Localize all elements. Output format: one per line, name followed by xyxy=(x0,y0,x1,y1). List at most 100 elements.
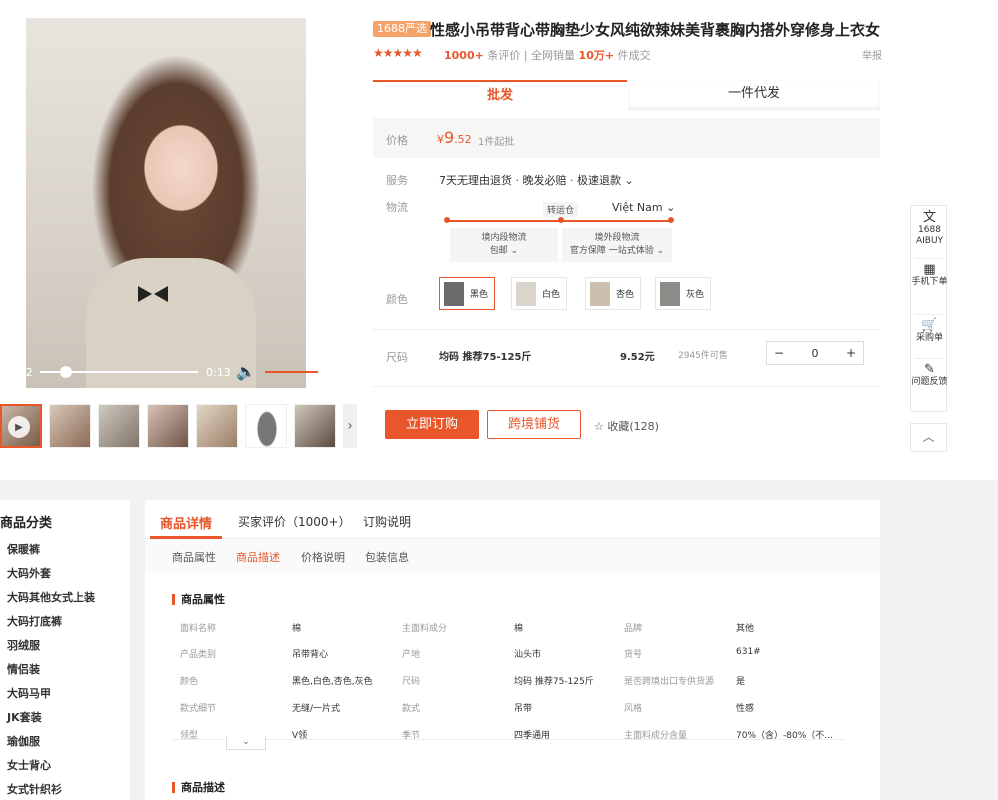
attr-value: 吊带 xyxy=(514,704,533,714)
service-label: 服务 xyxy=(386,174,408,187)
color-option-gray[interactable]: 灰色 xyxy=(655,277,712,310)
tab-dropship[interactable]: 一件代发 xyxy=(628,80,880,110)
attr-key: 面料名称 xyxy=(180,624,217,634)
category-item[interactable]: 大码其他女式上装 xyxy=(7,589,95,605)
attr-value: 性感 xyxy=(736,704,755,714)
attr-key: 货号 xyxy=(624,650,643,660)
category-item[interactable]: JK套装 xyxy=(7,709,42,725)
category-item[interactable]: 情侣装 xyxy=(7,661,40,677)
attr-value: 无缝/一片式 xyxy=(292,704,341,714)
size-name: 均码 推荐75-125斤 xyxy=(439,352,532,363)
color-option-black[interactable]: 黑色 xyxy=(439,277,496,310)
divider xyxy=(373,386,880,387)
fullscreen-icon[interactable]: ⤢ xyxy=(332,362,343,378)
favorite-button[interactable]: ☆ 收藏(128) xyxy=(594,418,659,434)
cross-border-button[interactable]: 跨境铺货 xyxy=(487,410,581,439)
size-price: 9.52元 xyxy=(620,352,655,363)
attr-key: 是否跨境出口专供货源 xyxy=(624,677,715,687)
subtab-price-notes[interactable]: 价格说明 xyxy=(301,549,345,565)
subtab-packaging[interactable]: 包装信息 xyxy=(365,549,409,565)
buy-now-button[interactable]: 立即订购 xyxy=(385,410,479,439)
attr-key: 尺码 xyxy=(402,677,421,687)
aibuy-button[interactable]: 文 1688 AIBUY xyxy=(911,211,948,247)
color-swatch xyxy=(444,281,464,306)
decrement-button[interactable]: − xyxy=(767,346,791,360)
thumbnail-video[interactable]: ▶ xyxy=(0,404,42,448)
back-to-top-button[interactable]: ︿ xyxy=(910,423,947,452)
video-total-time: 0:13 xyxy=(206,366,231,379)
attr-value: 是 xyxy=(736,677,746,687)
star-rating-icon: ★★★★★ xyxy=(373,46,423,60)
chevron-right-icon[interactable]: › xyxy=(343,404,357,448)
cart-icon: 🛒 xyxy=(921,318,938,333)
thumbnail[interactable] xyxy=(98,404,140,448)
color-swatch xyxy=(516,281,536,306)
category-item[interactable]: 大码打底裤 xyxy=(7,613,62,629)
chevron-down-icon: ⌄ xyxy=(242,737,250,747)
category-item[interactable]: 保暖裤 xyxy=(7,541,40,557)
volume-knob[interactable] xyxy=(318,366,330,378)
volume-track[interactable] xyxy=(265,371,325,373)
domestic-logistics[interactable]: 境内段物流 包邮 ⌄ xyxy=(450,228,558,262)
expand-attributes-button[interactable]: ⌄ xyxy=(226,736,266,750)
product-video[interactable] xyxy=(26,18,306,388)
report-link[interactable]: 举报 xyxy=(862,47,882,62)
thumbnail[interactable] xyxy=(49,404,91,448)
chevron-up-icon: ︿ xyxy=(922,430,935,444)
route-dot xyxy=(668,217,674,223)
attr-value: 棉 xyxy=(514,624,524,634)
attr-key: 颜色 xyxy=(180,677,199,687)
category-item[interactable]: 大码外套 xyxy=(7,565,51,581)
logistics-label: 物流 xyxy=(386,201,408,214)
rating-summary: 1000+ 条评价 | 全网销量 10万+ 件成交 xyxy=(444,49,651,62)
attr-key: 产品类别 xyxy=(180,650,217,660)
tab-wholesale[interactable]: 批发 xyxy=(373,80,627,110)
service-dropdown[interactable]: 7天无理由退货 · 晚发必赔 · 极速退款 ⌄ xyxy=(439,172,634,188)
category-item[interactable]: 羽绒服 xyxy=(7,637,40,653)
video-current-time: 0:02 xyxy=(8,366,33,379)
thumbnail[interactable] xyxy=(147,404,189,448)
quantity-input[interactable]: 0 xyxy=(791,347,839,360)
volume-icon[interactable]: 🔈 xyxy=(236,362,256,381)
category-item[interactable]: 瑜伽服 xyxy=(7,733,40,749)
price-value: ¥9.52 xyxy=(437,128,472,147)
increment-button[interactable]: + xyxy=(839,346,863,360)
size-label: 尺码 xyxy=(386,351,408,364)
tab-reviews[interactable]: 买家评价（1000+） xyxy=(238,513,351,530)
subtab-description[interactable]: 商品描述 xyxy=(236,549,280,565)
attr-key: 品牌 xyxy=(624,624,643,634)
divider xyxy=(373,329,880,330)
price-label: 价格 xyxy=(386,134,408,147)
thumbnail[interactable] xyxy=(294,404,336,448)
attr-key: 风格 xyxy=(624,704,643,714)
country-select[interactable]: Việt Nam ⌄ xyxy=(612,201,675,214)
overseas-logistics[interactable]: 境外段物流 官方保障 一站式体验 ⌄ xyxy=(562,228,672,262)
attr-value: 其他 xyxy=(736,624,755,634)
description-heading: 商品描述 xyxy=(172,782,225,793)
color-swatch xyxy=(590,281,610,306)
size-stock: 2945件可售 xyxy=(678,351,728,361)
category-item[interactable]: 女士背心 xyxy=(7,757,51,773)
play-icon: ▶ xyxy=(8,416,30,438)
thumbnail[interactable] xyxy=(196,404,238,448)
attributes-divider xyxy=(172,739,845,740)
floating-toolbar: 文 1688 AIBUY ▦ 手机下单 🛒 采购单 ✎ 问题反馈 xyxy=(910,205,948,412)
video-progress-knob[interactable] xyxy=(60,366,72,378)
subtab-attributes[interactable]: 商品属性 xyxy=(172,549,216,565)
attr-value: 棉 xyxy=(292,624,302,634)
category-item[interactable]: 女式针织衫 xyxy=(7,781,62,797)
color-option-apricot[interactable]: 杏色 xyxy=(585,277,642,310)
color-option-white[interactable]: 白色 xyxy=(511,277,568,310)
attr-key: 主面料成分 xyxy=(402,624,448,634)
thumbnail[interactable] xyxy=(245,404,287,448)
min-order: 1件起批 xyxy=(478,137,515,148)
cart-button[interactable]: 🛒 采购单 xyxy=(911,318,948,344)
category-item[interactable]: 大码马甲 xyxy=(7,685,51,701)
feedback-button[interactable]: ✎ 问题反馈 xyxy=(911,362,948,388)
route-dot xyxy=(444,217,450,223)
edit-icon: ✎ xyxy=(924,362,935,377)
mobile-order-button[interactable]: ▦ 手机下单 xyxy=(911,263,948,288)
tab-product-detail[interactable]: 商品详情 xyxy=(160,513,212,532)
tab-order-notes[interactable]: 订购说明 xyxy=(363,513,411,530)
category-title: 商品分类 xyxy=(0,516,53,531)
